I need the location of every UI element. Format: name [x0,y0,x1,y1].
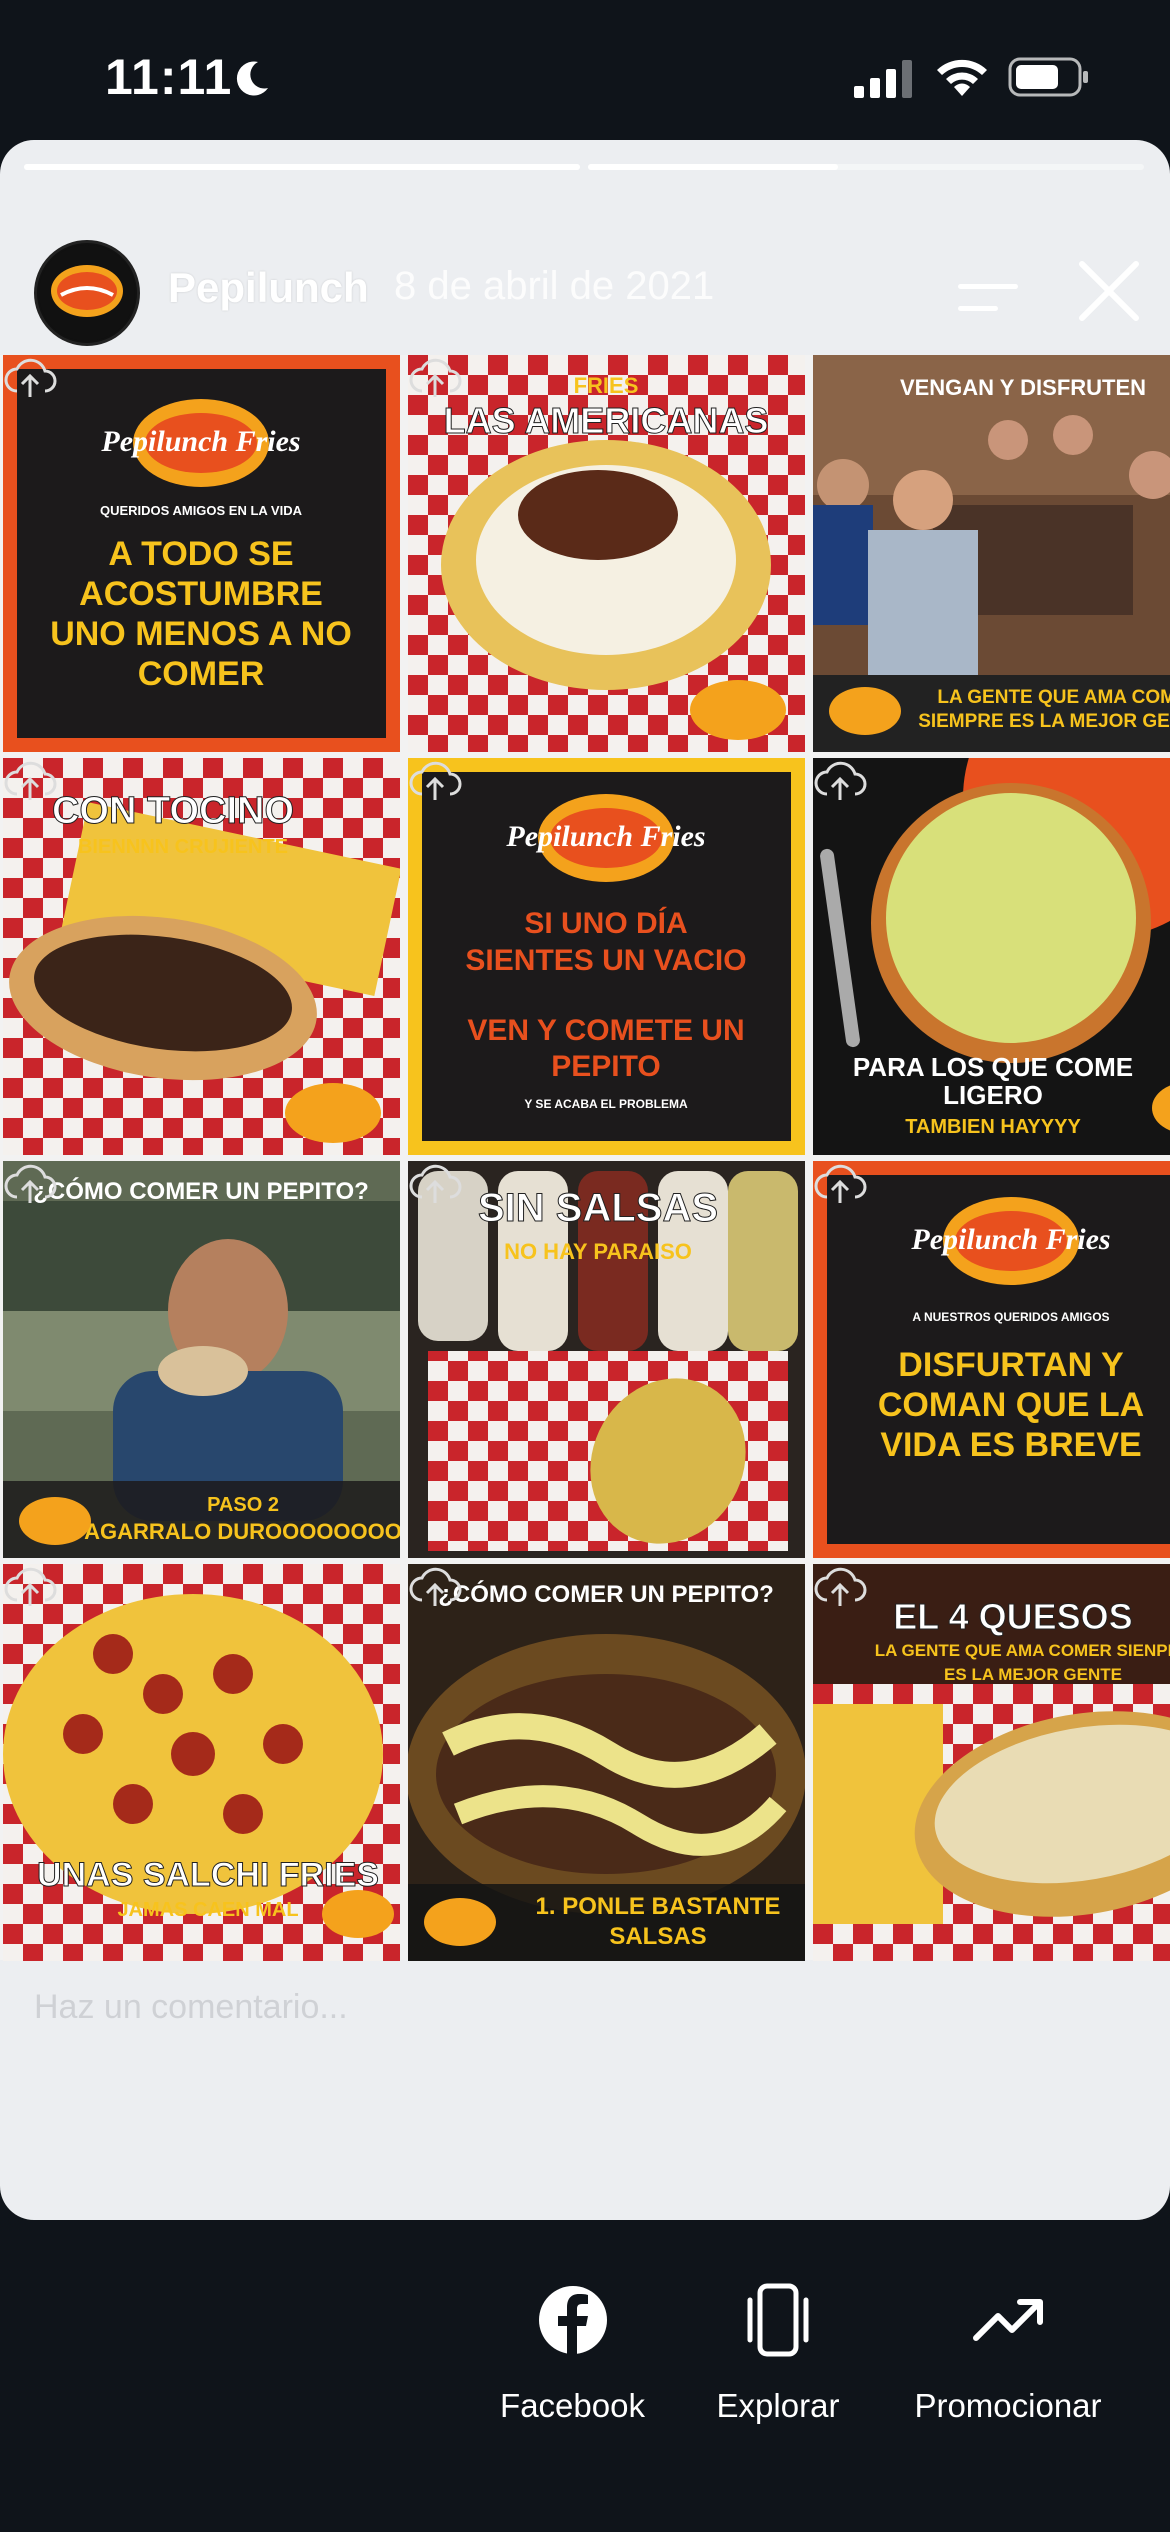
tile-title: CON TOCINO [52,790,294,832]
tile-para-los-que-come-ligero: PARA LOS QUE COME LIGERO TAMBIEN HAYYYY [813,758,1170,1155]
avatar[interactable] [34,240,140,346]
tile-line: VEN Y COMETE UN [467,1014,744,1047]
tile-caption: PARA LOS QUE COME [853,1052,1133,1082]
tile-brand: Pepilunch Fries [505,820,705,853]
tile-line: COMAN QUE LA [878,1386,1144,1424]
status-bar: 11:11 [0,0,1170,140]
tile-small-text: QUERIDOS AMIGOS EN LA VIDA [100,503,303,518]
pepilunch-logo [39,245,135,341]
tile-como-comer-paso-2: ¿CÓMO COMER UN PEPITO? PASO 2 AGARRALO D… [3,1161,400,1558]
cellular-signal-icon [854,60,912,98]
tile-caption: UNAS SALCHI FRIES [37,1856,379,1894]
tile-line: DISFURTAN Y [898,1346,1124,1384]
tile-vengan-y-disfruten: VENGAN Y DISFRUTEN LA GENTE QUE AMA COME… [813,355,1170,752]
upload-cloud-icon [409,1164,462,1203]
upload-cloud-icon [4,761,57,800]
tile-line: ACOSTUMBRE [79,575,323,613]
menu-icon[interactable] [956,278,1020,318]
tile-las-americanas: FRIES LAS AMERICANAS [408,355,805,752]
tile-line: PEPITO [551,1050,660,1083]
tile-subcaption: JAMAS CAEN MAL [117,1899,298,1921]
tile-con-tocino: CON TOCINO BIENNNN CRUJIENTE [3,758,400,1155]
tile-line: SIENTES UN VACIO [465,944,746,977]
tile-a-todo-se-acostumbre: Pepilunch Fries QUERIDOS AMIGOS EN LA VI… [3,355,400,752]
story-header: Pepilunch 8 de abril de 2021 [0,188,1170,346]
tile-caption: PASO 2 [207,1494,279,1516]
tile-small-text: FRIES [574,373,639,398]
story-progress-1 [24,164,580,170]
tile-line: A TODO SE [108,535,293,573]
tile-title: LAS AMERICANAS [444,400,769,441]
upload-cloud-icon [409,1567,462,1606]
upload-cloud-icon [814,1164,867,1203]
tile-line: SI UNO DÍA [524,906,687,940]
moon-icon [236,61,268,96]
tile-brand: Pepilunch Fries [910,1223,1110,1256]
upload-cloud-icon [814,1567,867,1606]
tile-subtitle: LA GENTE QUE AMA COMER SIENPRE [875,1641,1170,1660]
tile-subtitle: BIENNNN CRUJIENTE [78,836,288,858]
author-name[interactable]: Pepilunch [168,264,369,312]
tile-subcaption: TAMBIEN HAYYYY [905,1116,1081,1138]
tile-caption: LA GENTE QUE AMA COME [937,687,1170,708]
story-photo-collage[interactable]: Pepilunch Fries QUERIDOS AMIGOS EN LA VI… [0,355,1170,1961]
tile-subtitle: NO HAY PARAISO [504,1239,692,1264]
tile-title: EL 4 QUESOS [893,1596,1132,1637]
tile-line: COMER [138,655,265,693]
tile-caption: LIGERO [943,1080,1043,1110]
tile-brand: Pepilunch Fries [100,425,300,458]
tile-caption: SIEMPRE ES LA MEJOR GENTE [918,711,1170,732]
status-time: 11:11 [105,49,233,105]
tile-caption: SALSAS [609,1923,706,1950]
post-date: 8 de abril de 2021 [394,264,715,308]
action-label: Facebook [500,2387,645,2424]
promote-button[interactable]: Promocionar [893,2280,1123,2425]
tile-salchi-fries: UNAS SALCHI FRIES JAMAS CAEN MAL [3,1564,400,1961]
tile-caption: AGARRALO DUROOOOOOOO [84,1519,400,1544]
battery-icon [1008,57,1088,97]
tile-si-uno-dia: Pepilunch Fries SI UNO DÍA SIENTES UN VA… [408,758,805,1155]
tile-title: VENGAN Y DISFRUTEN [900,375,1146,400]
tile-el-4-quesos: EL 4 QUESOS LA GENTE QUE AMA COMER SIENP… [813,1564,1170,1961]
trending-up-icon [973,2299,1043,2341]
story-progress-2 [588,164,1144,170]
tile-subtitle: ES LA MEJOR GENTE [944,1665,1122,1684]
tile-title: SIN SALSAS [478,1186,718,1230]
action-label: Promocionar [914,2387,1102,2424]
action-label: Explorar [716,2387,840,2424]
tile-title: ¿CÓMO COMER UN PEPITO? [438,1580,774,1608]
close-icon[interactable] [1076,258,1142,324]
facebook-icon [538,2286,607,2354]
tile-line: UNO MENOS A NO [50,615,352,653]
comment-input[interactable]: Haz un comentario... [34,1988,348,2027]
tile-line: VIDA ES BREVE [880,1426,1141,1464]
tile-small-text: A NUESTROS QUERIDOS AMIGOS [912,1310,1109,1324]
bottom-action-bar: Facebook Explorar Promocionar [0,2220,1170,2532]
upload-cloud-icon [4,1567,57,1606]
upload-cloud-icon [4,358,57,397]
tile-title: ¿CÓMO COMER UN PEPITO? [33,1177,369,1205]
explore-button[interactable]: Explorar [698,2280,858,2425]
tile-disfurtan-y-coman: Pepilunch Fries A NUESTROS QUERIDOS AMIG… [813,1161,1170,1558]
tile-como-comer-paso-1: ¿CÓMO COMER UN PEPITO? 1. PONLE BASTANTE… [408,1564,805,1961]
upload-cloud-icon [409,761,462,800]
explore-icon [747,2283,809,2357]
tile-small-text: Y SE ACABA EL PROBLEMA [524,1097,688,1111]
tile-sin-salsas: SIN SALSAS NO HAY PARAISO [408,1161,805,1558]
story-card: Pepilunch 8 de abril de 2021 Pepilunch F… [0,140,1170,2220]
tile-caption: 1. PONLE BASTANTE [536,1893,781,1920]
facebook-button[interactable]: Facebook [490,2280,655,2425]
upload-cloud-icon [814,761,867,800]
upload-cloud-icon [4,1164,57,1203]
wifi-icon [937,59,987,96]
upload-cloud-icon [409,358,462,397]
